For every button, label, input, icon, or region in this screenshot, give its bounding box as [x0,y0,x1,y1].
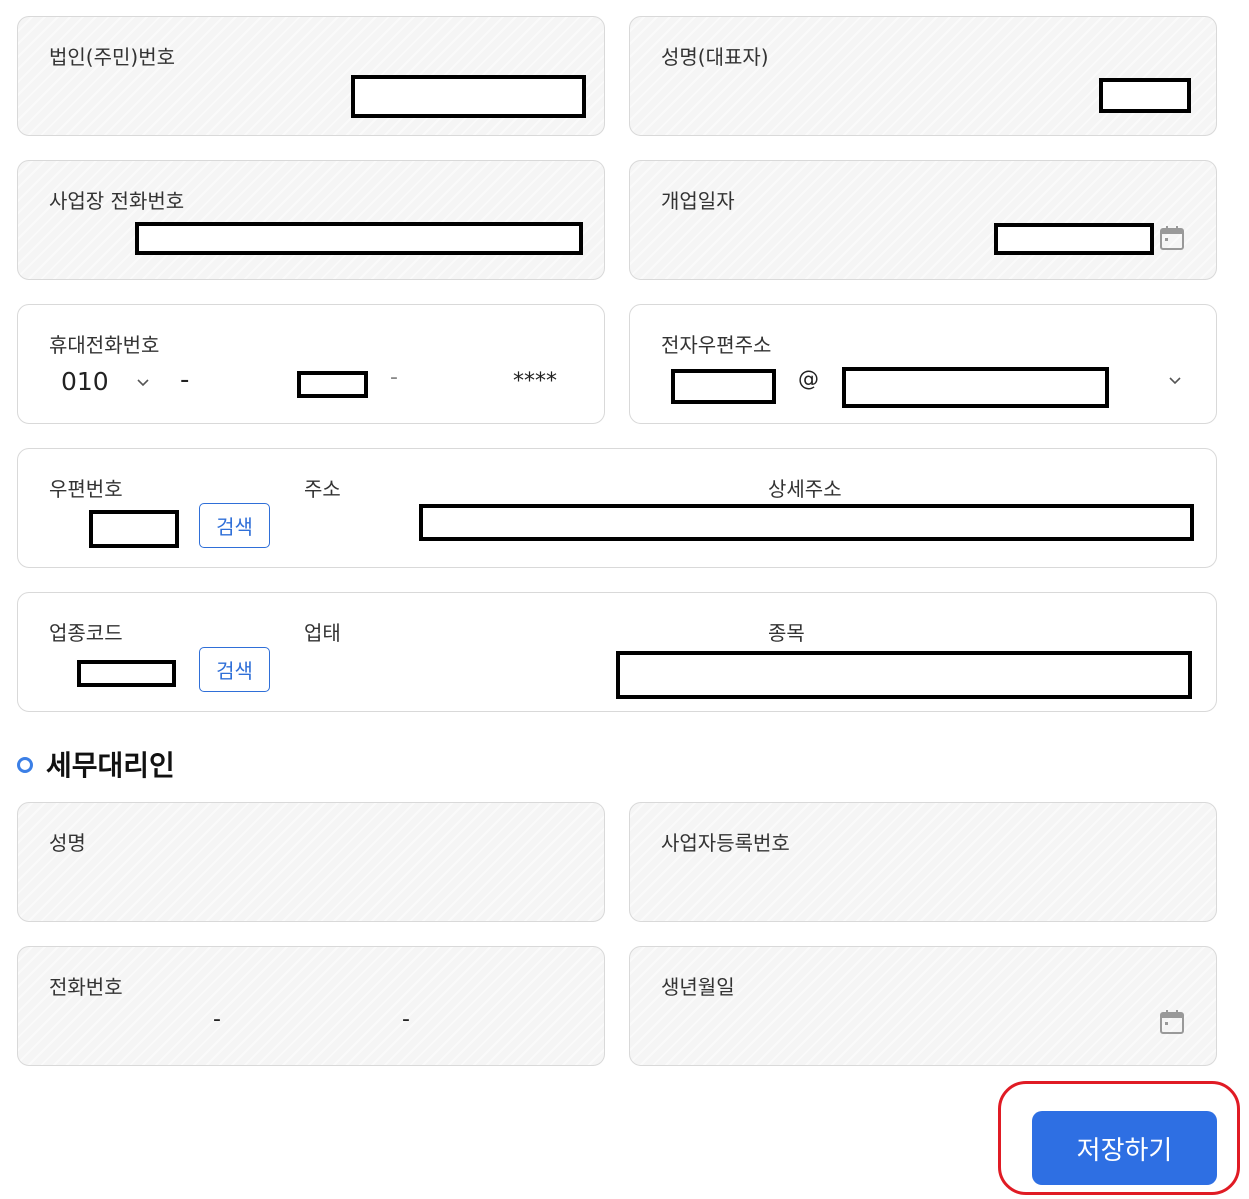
agent-phone-dash-1: - [213,1007,221,1032]
open-date-field: 개업일자 [629,160,1217,280]
postal-value-redacted[interactable] [89,510,179,548]
corp-id-label: 법인(주민)번호 [49,45,176,69]
industry-code-label: 업종코드 [49,621,123,645]
postal-search-button[interactable]: 검색 [199,503,270,548]
agent-phone-field: 전화번호 - - [17,946,605,1066]
mobile-prefix-value: 010 [61,367,109,396]
chevron-down-icon [137,379,149,387]
agent-name-field: 성명 [17,802,605,922]
address-label: 주소 [304,477,341,501]
chevron-down-icon[interactable] [1168,375,1182,385]
mobile-dash-1: - [180,365,190,395]
industry-code-redacted[interactable] [77,660,176,687]
address-detail-label: 상세주소 [768,477,842,501]
email-field: 전자우편주소 @ [629,304,1217,424]
biz-phone-field: 사업장 전화번호 [17,160,605,280]
industry-field: 업종코드 업태 종목 검색 [17,592,1217,712]
email-domain-redacted[interactable] [842,367,1109,408]
agent-reg-no-label: 사업자등록번호 [661,831,790,855]
calendar-icon[interactable] [1159,1009,1185,1035]
rep-name-label: 성명(대표자) [661,45,769,69]
mobile-last-masked[interactable]: **** [513,369,557,394]
business-type-label: 업태 [304,621,341,645]
agent-phone-dash-2: - [402,1007,410,1032]
industry-search-button[interactable]: 검색 [199,647,270,692]
address-detail-redacted[interactable] [419,504,1194,541]
item-label: 종목 [768,621,805,645]
agent-name-label: 성명 [49,831,86,855]
email-at: @ [798,367,819,391]
save-button[interactable]: 저장하기 [1032,1111,1217,1185]
rep-name-value-redacted [1099,78,1191,113]
item-value-redacted[interactable] [616,651,1192,699]
agent-birth-field: 생년월일 [629,946,1217,1066]
mobile-dash-2: - [390,365,398,390]
email-local-redacted[interactable] [671,369,776,404]
agent-phone-label: 전화번호 [49,975,123,999]
biz-phone-label: 사업장 전화번호 [49,189,185,213]
section-bullet-icon [17,757,33,773]
corp-id-value-redacted [351,75,586,118]
mobile-field: 휴대전화번호 010 - - **** [17,304,605,424]
mobile-label: 휴대전화번호 [49,333,160,357]
open-date-value-redacted [994,223,1154,255]
section-title-tax-agent: 세무대리인 [46,749,175,782]
open-date-label: 개업일자 [661,189,735,213]
biz-phone-value-redacted [135,222,583,255]
postal-label: 우편번호 [49,477,123,501]
rep-name-field: 성명(대표자) [629,16,1217,136]
address-field: 우편번호 주소 상세주소 검색 [17,448,1217,568]
mobile-prefix-select[interactable]: 010 [58,365,158,401]
agent-reg-no-field: 사업자등록번호 [629,802,1217,922]
email-label: 전자우편주소 [661,333,772,357]
mobile-middle-redacted[interactable] [297,371,368,398]
agent-birth-label: 생년월일 [661,975,735,999]
calendar-icon[interactable] [1159,225,1185,251]
corp-id-field: 법인(주민)번호 [17,16,605,136]
